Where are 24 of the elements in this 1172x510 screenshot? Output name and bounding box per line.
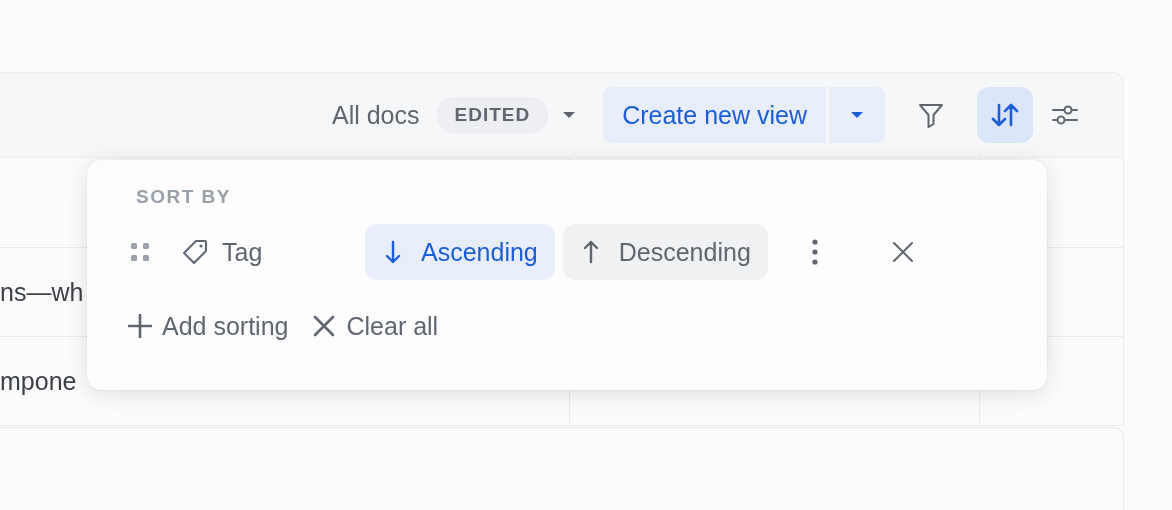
descending-button[interactable]: Descending [562, 224, 768, 280]
view-name: All docs [331, 100, 420, 130]
sort-heading: SORT BY [136, 186, 231, 208]
caret-icon[interactable] [562, 111, 577, 119]
drag-handle-icon[interactable] [130, 242, 150, 262]
add-sorting-button[interactable]: Add sorting [128, 306, 289, 346]
plus-icon [128, 314, 152, 338]
arrow-up-icon [582, 240, 599, 264]
sort-button[interactable] [977, 87, 1033, 143]
create-view-button[interactable]: Create new view [603, 87, 826, 143]
ascending-button[interactable]: Ascending [365, 224, 555, 280]
table-cell-text: mpone [0, 366, 77, 396]
caret-icon [850, 111, 864, 119]
sort-field-label: Tag [222, 237, 264, 267]
edited-badge: EDITED [436, 97, 549, 133]
close-icon [891, 241, 914, 263]
tag-icon [182, 239, 208, 265]
x-icon [312, 314, 337, 338]
sort-icon [990, 101, 1020, 129]
filter-icon [917, 101, 945, 129]
clear-all-button[interactable]: Clear all [312, 306, 439, 346]
arrow-down-icon [385, 240, 401, 264]
table-cell-text: ns—wh [0, 277, 84, 307]
kebab-icon [811, 239, 818, 265]
